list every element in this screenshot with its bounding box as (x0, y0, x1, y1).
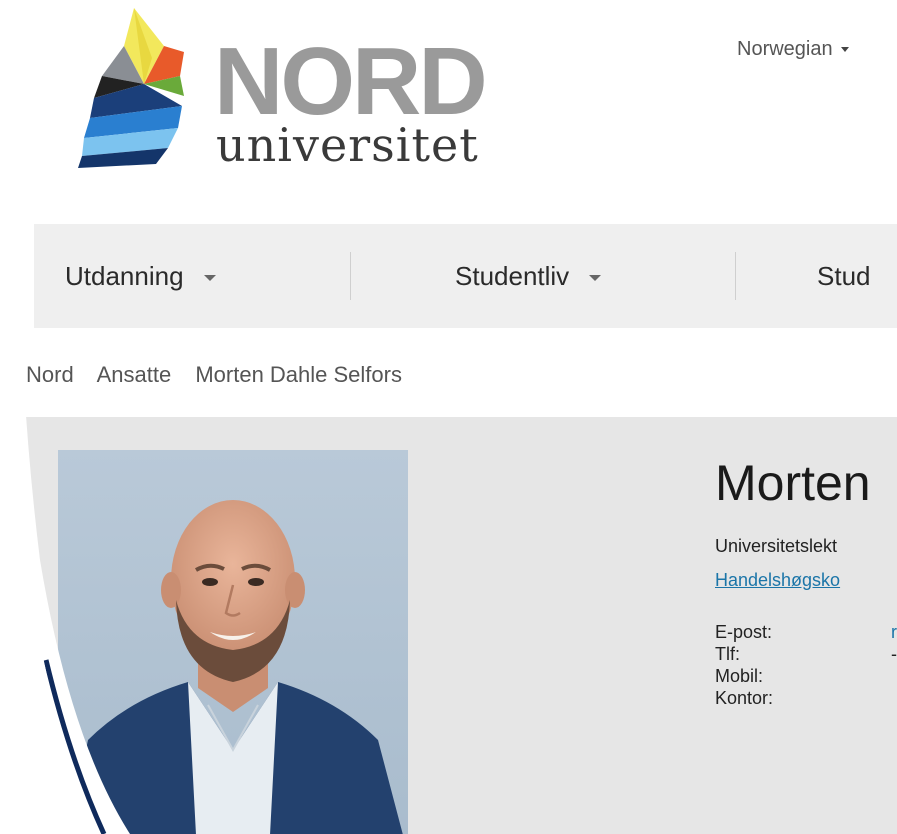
contact-label: Kontor: (715, 688, 774, 708)
email-link[interactable]: r (891, 621, 897, 643)
logo-subtitle: universitet (216, 118, 479, 172)
nav-divider (735, 252, 736, 300)
profile-job-title: Universitetslekt (715, 536, 838, 556)
breadcrumb: Nord Ansatte Morten Dahle Selfors (26, 362, 420, 388)
department-link[interactable]: Handelshøgsko (715, 570, 840, 591)
nav-item-studentliv[interactable]: Studentliv (455, 224, 602, 328)
contact-row-office: Kontor: (715, 687, 773, 709)
nav-item-label: Utdanning (65, 261, 184, 291)
breadcrumb-item-ansatte[interactable]: Ansatte (97, 362, 172, 387)
contact-label: Mobil: (715, 666, 764, 686)
page: NORD universitet Norwegian Utdanning Stu… (0, 0, 897, 834)
nav-item-stud[interactable]: Stud (817, 224, 871, 328)
contact-label: E-post: (715, 622, 773, 642)
contact-row-phone: Tlf: - (715, 643, 897, 665)
logo-wordmark: NORD (214, 28, 488, 135)
nav-divider (350, 252, 351, 300)
language-selector[interactable]: Norwegian (737, 38, 849, 61)
portrait-image (58, 450, 408, 834)
contact-info: E-post: r Tlf: - Mobil: Kontor: (715, 621, 897, 709)
main-navigation: Utdanning Studentliv Stud (34, 224, 897, 328)
breadcrumb-item-current: Morten Dahle Selfors (195, 362, 402, 387)
nav-item-utdanning[interactable]: Utdanning (65, 224, 216, 328)
breadcrumb-item-nord[interactable]: Nord (26, 362, 74, 387)
nav-item-label: Stud (817, 261, 871, 291)
contact-row-email: E-post: r (715, 621, 897, 643)
language-label: Norwegian (737, 38, 833, 60)
nord-logo[interactable]: NORD universitet (72, 6, 512, 176)
profile-name: Morten (715, 455, 871, 511)
phone-value: - (891, 644, 897, 664)
contact-label: Tlf: (715, 644, 740, 664)
contact-row-mobile: Mobil: (715, 665, 773, 687)
logo-mark-icon (78, 8, 184, 168)
profile-photo (58, 450, 408, 834)
nav-item-label: Studentliv (455, 261, 570, 291)
caret-down-icon (203, 275, 216, 282)
caret-down-icon (589, 275, 602, 282)
caret-down-icon (840, 47, 849, 53)
